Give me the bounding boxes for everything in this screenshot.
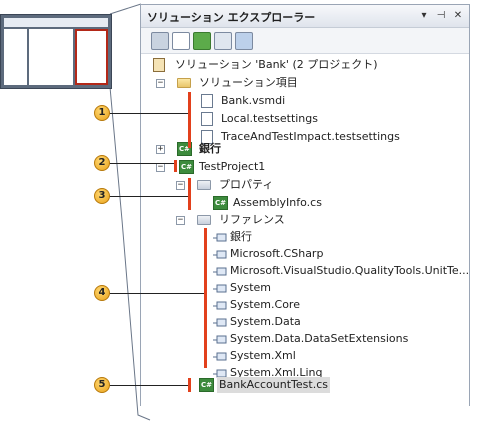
ide-layout-thumbnail [0, 14, 112, 89]
collapse-toggle[interactable]: − [156, 79, 165, 88]
tree-label: Local.testsettings [221, 112, 318, 125]
callout-line-5 [108, 385, 188, 386]
thumbnail-editor-pane [29, 29, 73, 85]
tree-item-bankaccounttest[interactable]: C# BankAccountTest.cs [197, 377, 337, 393]
tree-label: System [230, 281, 272, 294]
auto-hide-pin-button[interactable]: ⊣ [434, 8, 448, 23]
view-class-diagram-icon[interactable] [235, 32, 253, 50]
callout-line-2 [108, 163, 174, 164]
callout-line-3 [108, 196, 188, 197]
tree-label: ソリューション 'Bank' (2 プロジェクト) [175, 58, 378, 71]
window-titlebar: ソリューション エクスプローラー ▾ ⊣ ✕ [141, 5, 469, 28]
reference-icon [213, 249, 227, 259]
callout-bar-4 [204, 228, 207, 368]
properties-icon[interactable] [151, 32, 169, 50]
window-menu-button[interactable]: ▾ [417, 8, 431, 23]
callout-bar-3 [188, 178, 191, 210]
tree-label: Bank.vsmdi [221, 94, 286, 107]
test-list-file-icon [201, 94, 213, 108]
collapse-toggle[interactable]: − [176, 181, 185, 190]
collapse-toggle[interactable]: − [176, 216, 185, 225]
properties-folder-icon [197, 180, 211, 190]
reference-icon [213, 300, 227, 310]
solution-icon [153, 58, 165, 72]
tree-label: System.Data [230, 315, 301, 328]
csharp-file-icon: C# [213, 196, 228, 210]
callout-4: 4 [94, 285, 110, 301]
tree-label: System.Data.DataSetExtensions [230, 332, 409, 345]
tree-label: プロパティ [219, 178, 274, 191]
tree-label: System.Core [230, 298, 300, 311]
callout-bar-5 [188, 378, 191, 392]
reference-icon [213, 232, 227, 242]
close-button[interactable]: ✕ [451, 8, 465, 23]
testsettings-file-icon [201, 112, 213, 126]
tree-label: AssemblyInfo.cs [233, 196, 322, 209]
tree-label: 銀行 [230, 230, 252, 243]
references-folder-icon [197, 215, 211, 225]
tree-label: リファレンス [219, 213, 285, 226]
csharp-file-icon: C# [199, 378, 214, 392]
reference-icon [213, 283, 227, 293]
view-code-icon[interactable] [214, 32, 232, 50]
callout-3: 3 [94, 188, 110, 204]
expand-toggle[interactable]: + [156, 145, 165, 154]
tree-label: Microsoft.CSharp [230, 247, 324, 260]
explorer-toolbar [141, 28, 469, 54]
refresh-icon[interactable] [193, 32, 211, 50]
collapse-toggle[interactable]: − [156, 163, 165, 172]
callout-line-4 [108, 293, 204, 294]
callout-2: 2 [94, 155, 110, 171]
folder-icon [177, 78, 191, 88]
reference-icon [213, 266, 227, 276]
callout-5: 5 [94, 377, 110, 393]
reference-icon [213, 317, 227, 327]
thumbnail-toolbar [4, 18, 108, 27]
tree-label: TraceAndTestImpact.testsettings [221, 130, 400, 143]
callout-bar-2 [174, 160, 177, 172]
reference-icon [213, 351, 227, 361]
tree-label: BankAccountTest.cs [217, 377, 330, 393]
callout-line-1 [108, 113, 188, 114]
thumbnail-solution-explorer-highlight [75, 29, 108, 85]
callout-1: 1 [94, 105, 110, 121]
tree-label: 銀行 [199, 142, 221, 155]
window-title: ソリューション エクスプローラー [147, 11, 316, 24]
csharp-test-project-icon: C# [179, 160, 194, 174]
tree-label: System.Xml [230, 349, 296, 362]
tree-label: TestProject1 [199, 160, 266, 173]
reference-icon [213, 334, 227, 344]
tree-label: ソリューション項目 [199, 76, 298, 89]
tree-label: Microsoft.VisualStudio.QualityTools.Unit… [230, 264, 470, 277]
callout-bar-1 [188, 92, 191, 148]
show-all-files-icon[interactable] [172, 32, 190, 50]
thumbnail-left-pane [4, 29, 27, 85]
